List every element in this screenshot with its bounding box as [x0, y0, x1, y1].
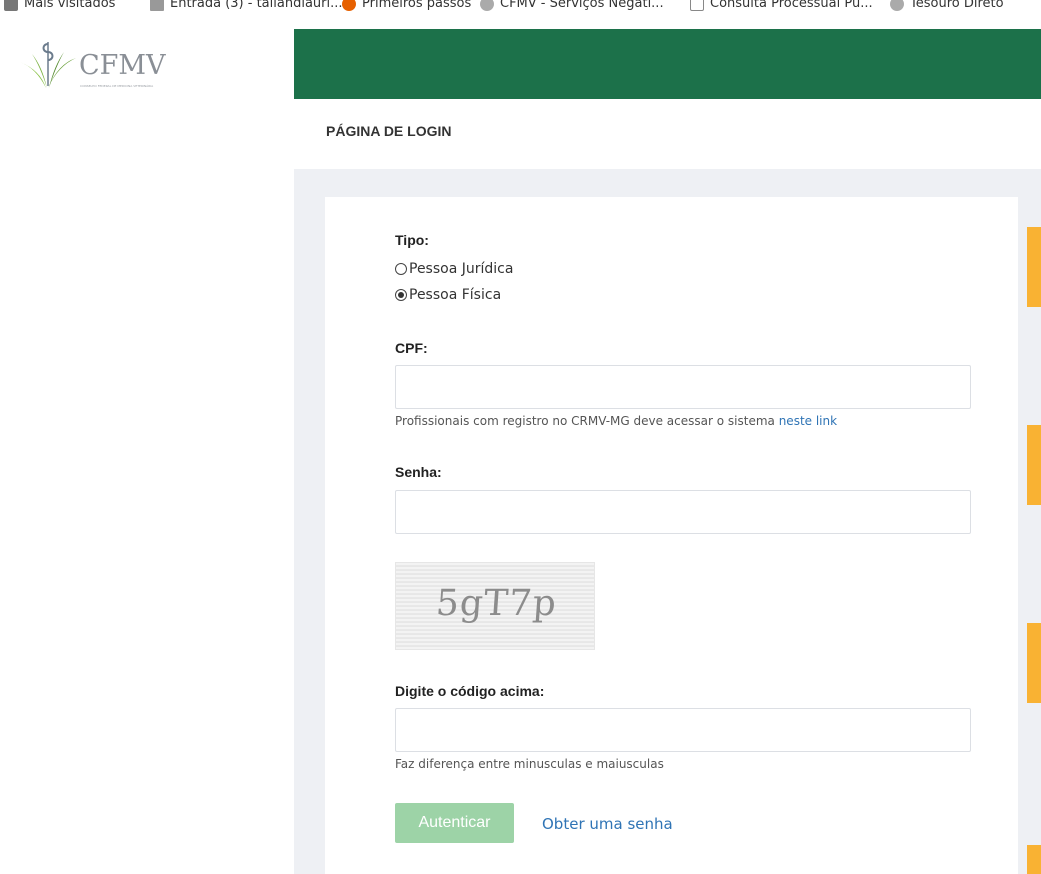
mail-icon — [150, 0, 164, 11]
bookmark-item[interactable]: CFMV - Serviços Negati... — [480, 0, 664, 11]
codigo-help: Faz diferença entre minusculas e maiuscu… — [395, 757, 664, 771]
password-field[interactable] — [395, 490, 971, 534]
senha-label: Senha: — [395, 464, 442, 480]
codigo-label: Digite o código acima: — [395, 683, 545, 699]
captcha-image: 5gT7p — [395, 562, 595, 650]
tipo-label: Tipo: — [395, 232, 429, 248]
captcha-code-field[interactable] — [395, 708, 971, 752]
cpf-help-text: Profissionais com registro no CRMV-MG de… — [395, 414, 775, 428]
cpf-label: CPF: — [395, 340, 428, 356]
bookmark-item[interactable]: Entrada (3) - tallandiauri... — [150, 0, 343, 11]
bookmark-item[interactable]: Consulta Processual Pu... — [690, 0, 873, 11]
cpf-field[interactable] — [395, 365, 971, 409]
cfmv-logo[interactable]: CFMV CONSELHO FEDERAL DE MEDICINA VETERI… — [18, 40, 178, 100]
bookmark-label: Tesouro Direto — [910, 0, 1004, 11]
logo-text: CFMV — [79, 50, 166, 81]
obter-senha-link[interactable]: Obter uma senha — [542, 815, 673, 833]
firefox-icon — [342, 0, 356, 11]
accent-bar — [1027, 425, 1041, 505]
globe-icon — [480, 0, 494, 11]
globe-icon — [890, 0, 904, 11]
page-title-strip: PÁGINA DE LOGIN — [294, 99, 1041, 169]
bookmark-label: Primeiros passos — [362, 0, 472, 11]
radio-label: Pessoa Física — [409, 287, 502, 303]
bookmark-label: Mais visitados — [24, 0, 116, 11]
radio-pessoa-fisica[interactable]: Pessoa Física — [395, 287, 501, 303]
captcha-text: 5gT7p — [434, 583, 559, 624]
page-title: PÁGINA DE LOGIN — [326, 123, 452, 139]
bookmark-item[interactable]: Tesouro Direto — [890, 0, 1004, 11]
bookmark-label: Entrada (3) - tallandiauri... — [170, 0, 343, 11]
gear-icon — [4, 0, 18, 11]
authenticate-button[interactable]: Autenticar — [395, 803, 514, 843]
logo-subtitle: CONSELHO FEDERAL DE MEDICINA VETERINÁRIA — [80, 84, 154, 88]
radio-label: Pessoa Jurídica — [409, 261, 514, 277]
radio-button-checked[interactable] — [395, 289, 407, 301]
accent-bar — [1027, 623, 1041, 703]
cfmv-emblem-icon — [20, 42, 76, 88]
arrow-icon — [690, 0, 704, 11]
bookmark-item[interactable]: Primeiros passos — [342, 0, 471, 11]
radio-button[interactable] — [395, 263, 407, 275]
bookmark-item[interactable]: Mais visitados — [4, 0, 115, 11]
bookmarks-bar: Mais visitados Entrada (3) - tallandiaur… — [0, 0, 1041, 26]
accent-bar — [1027, 227, 1041, 307]
bookmark-label: Consulta Processual Pu... — [710, 0, 873, 11]
cpf-help: Profissionais com registro no CRMV-MG de… — [395, 414, 837, 428]
neste-link[interactable]: neste link — [779, 414, 837, 428]
accent-bar — [1027, 845, 1041, 874]
radio-pessoa-juridica[interactable]: Pessoa Jurídica — [395, 261, 513, 277]
sidebar: CFMV CONSELHO FEDERAL DE MEDICINA VETERI… — [0, 26, 293, 874]
top-header-bar — [294, 29, 1041, 99]
bookmark-label: CFMV - Serviços Negati... — [500, 0, 664, 11]
